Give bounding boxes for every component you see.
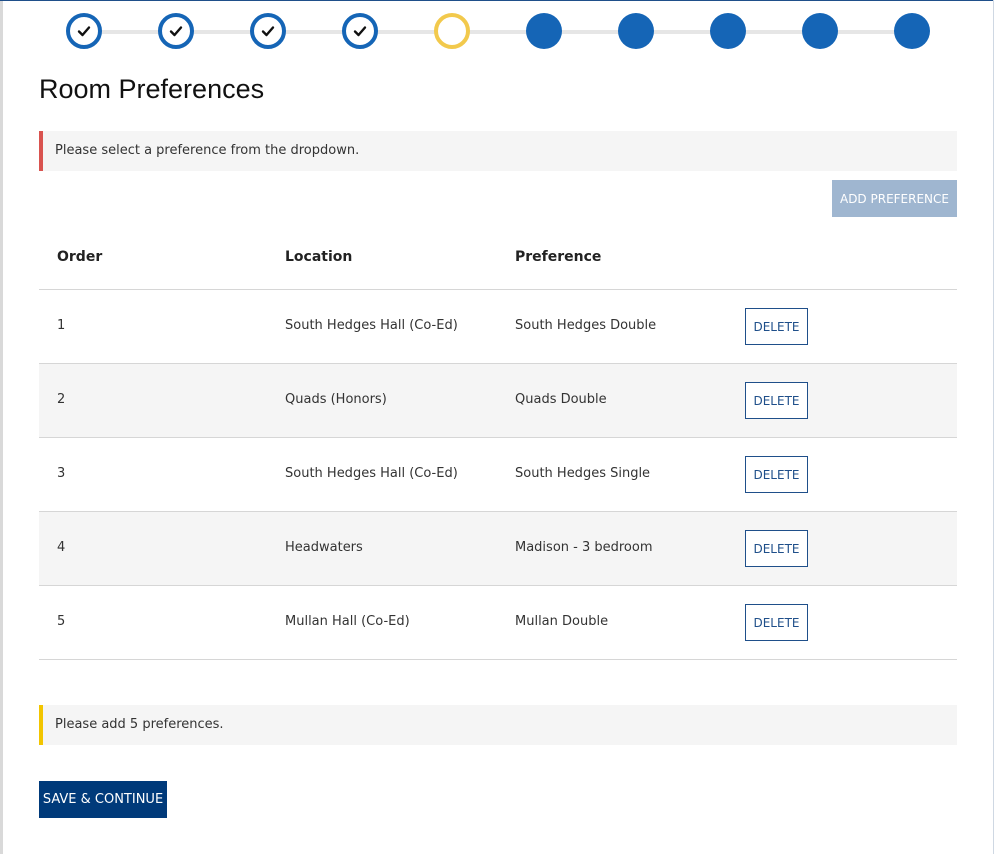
- preference-cell: South Hedges Double: [515, 318, 657, 333]
- progress-stepper: [66, 13, 930, 51]
- step-7-incomplete: [618, 13, 654, 49]
- location-cell: Mullan Hall (Co-Ed): [285, 614, 410, 629]
- table-row: 1 South Hedges Hall (Co-Ed) South Hedges…: [39, 290, 957, 364]
- preference-cell: South Hedges Single: [515, 466, 651, 481]
- location-cell: South Hedges Hall (Co-Ed): [285, 466, 458, 481]
- step-1-complete: [66, 13, 102, 49]
- preference-cell: Quads Double: [515, 392, 607, 407]
- delete-button[interactable]: DELETE: [745, 604, 808, 641]
- location-header: Location: [285, 249, 353, 265]
- order-cell: 1: [57, 318, 66, 333]
- table-row: 5 Mullan Hall (Co-Ed) Mullan Double DELE…: [39, 586, 957, 660]
- warning-alert: Please add 5 preferences.: [39, 705, 957, 745]
- table-row: 2 Quads (Honors) Quads Double DELETE: [39, 364, 957, 438]
- step-9-incomplete: [802, 13, 838, 49]
- check-icon: [77, 26, 91, 37]
- page-title: Room Preferences: [39, 74, 265, 104]
- preferences-table: Order Location Preference 1 South Hedges…: [39, 223, 957, 660]
- location-cell: Headwaters: [285, 540, 363, 555]
- order-cell: 3: [57, 466, 66, 481]
- delete-button[interactable]: DELETE: [745, 456, 808, 493]
- check-icon: [353, 26, 367, 37]
- stepper-track: [84, 30, 912, 34]
- step-5-current: [434, 13, 470, 49]
- check-icon: [261, 26, 275, 37]
- location-cell: South Hedges Hall (Co-Ed): [285, 318, 458, 333]
- table-row: 3 South Hedges Hall (Co-Ed) South Hedges…: [39, 438, 957, 512]
- add-preference-button[interactable]: ADD PREFERENCE: [832, 180, 957, 217]
- step-8-incomplete: [710, 13, 746, 49]
- preference-header: Preference: [515, 249, 602, 265]
- order-cell: 2: [57, 392, 66, 407]
- delete-button[interactable]: DELETE: [745, 530, 808, 567]
- step-6-incomplete: [526, 13, 562, 49]
- step-3-complete: [250, 13, 286, 49]
- preference-cell: Madison - 3 bedroom: [515, 540, 653, 555]
- location-cell: Quads (Honors): [285, 392, 387, 407]
- delete-button[interactable]: DELETE: [745, 308, 808, 345]
- check-icon: [169, 26, 183, 37]
- order-cell: 5: [57, 614, 66, 629]
- order-cell: 4: [57, 540, 66, 555]
- step-2-complete: [158, 13, 194, 49]
- preference-cell: Mullan Double: [515, 614, 609, 629]
- table-row: 4 Headwaters Madison - 3 bedroom DELETE: [39, 512, 957, 586]
- table-header: Order Location Preference: [39, 223, 957, 290]
- order-header: Order: [57, 249, 103, 265]
- step-4-complete: [342, 13, 378, 49]
- top-frame-border: [0, 0, 994, 1]
- delete-button[interactable]: DELETE: [745, 382, 808, 419]
- step-10-incomplete: [894, 13, 930, 49]
- save-and-continue-button[interactable]: SAVE & CONTINUE: [39, 781, 167, 818]
- left-frame-border: [0, 0, 3, 854]
- error-alert: Please select a preference from the drop…: [39, 131, 957, 171]
